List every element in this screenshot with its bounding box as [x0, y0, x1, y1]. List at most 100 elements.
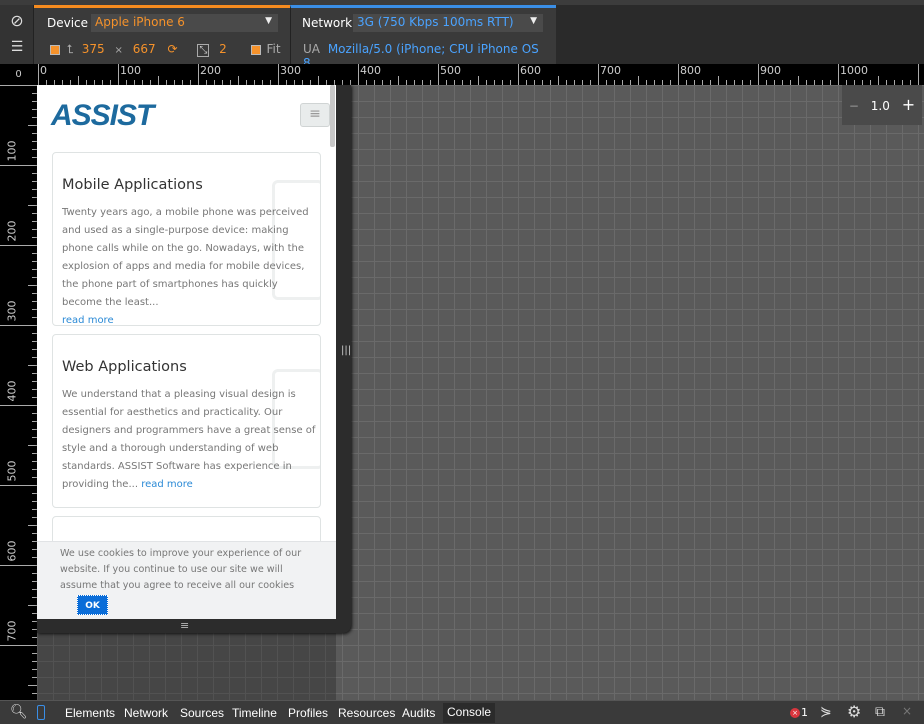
ruler-tick	[678, 64, 679, 85]
ruler-tick	[478, 76, 479, 85]
device-select-value: Apple iPhone 6	[95, 15, 185, 29]
fit-label: Fit	[266, 42, 281, 56]
zoom-control: − 1.0 +	[842, 85, 922, 125]
dock-icon[interactable]: ⧉	[875, 704, 885, 720]
error-count[interactable]: 1	[801, 706, 808, 719]
gear-icon[interactable]: ⚙	[847, 702, 861, 721]
ruler-tick	[28, 125, 37, 126]
width-input[interactable]: 375	[82, 42, 105, 56]
ruler-tick	[918, 64, 919, 85]
ruler-tick	[358, 64, 359, 85]
ruler-label: 100	[120, 64, 141, 77]
card-mobile-applications: Mobile Applications Twenty years ago, a …	[52, 152, 321, 326]
card-title: Mobile Applications	[62, 177, 203, 193]
cookie-banner: We use cookies to improve your experienc…	[37, 541, 336, 619]
zoom-in-button[interactable]: +	[902, 95, 915, 114]
times-sign: ×	[114, 45, 123, 56]
height-input[interactable]: 667	[133, 42, 156, 56]
network-select[interactable]: 3G (750 Kbps 100ms RTT) ▼	[353, 14, 543, 32]
close-icon[interactable]: ×	[902, 704, 912, 718]
ua-label: UA	[303, 42, 320, 56]
ruler-tick	[28, 685, 37, 686]
resolution-icon: ⮤	[66, 42, 74, 56]
card-body: We understand that a pleasing visual des…	[62, 386, 317, 494]
device-select[interactable]: Apple iPhone 6 ▼	[91, 14, 278, 32]
ruler-tick	[0, 325, 37, 326]
ruler-label: 800	[680, 64, 701, 77]
hamburger-icon: ≡	[309, 106, 321, 122]
ruler-tick	[838, 64, 839, 85]
console-drawer-icon[interactable]: ⋟	[820, 704, 832, 720]
cookie-ok-button[interactable]: OK	[77, 595, 108, 615]
ruler-tick	[0, 165, 37, 166]
ruler-tick	[78, 76, 79, 85]
ruler-label: 500	[440, 64, 461, 77]
ruler-label: 100	[5, 140, 19, 162]
tab-audits[interactable]: Audits	[402, 706, 435, 720]
chevron-down-icon: ▼	[530, 16, 537, 26]
tab-sources[interactable]: Sources	[180, 706, 224, 720]
ruler-label: 700	[600, 64, 621, 77]
horizontal-ruler: 0 100 200 300 400 500 600 700 800 900 1000	[37, 64, 924, 85]
ruler-label: 1000	[840, 64, 868, 77]
disable-emulation-icon[interactable]: ⊘	[0, 11, 34, 30]
fit-checkbox[interactable]	[250, 44, 261, 55]
tab-elements[interactable]: Elements	[65, 706, 115, 720]
ruler-label: 400	[360, 64, 381, 77]
ruler-tick	[598, 64, 599, 85]
tab-resources[interactable]: Resources	[338, 706, 395, 720]
emulate-resolution-checkbox[interactable]	[50, 44, 60, 55]
media-queries-icon[interactable]: ☰	[0, 39, 34, 55]
ruler-label: 600	[520, 64, 541, 77]
read-more-link[interactable]: read more	[62, 315, 114, 325]
device-mode-icon[interactable]	[37, 705, 45, 720]
ruler-tick	[278, 64, 279, 85]
ruler-tick	[878, 76, 879, 85]
ruler-tick	[758, 64, 759, 85]
ruler-tick	[0, 645, 37, 646]
page-scrollbar[interactable]	[330, 85, 335, 147]
vertical-ruler: 100 200 300 400 500 600 700	[0, 85, 37, 700]
resize-handle-right[interactable]: |||	[341, 345, 351, 356]
read-more-link[interactable]: read more	[141, 479, 193, 490]
device-frame: ASSIST ≡ Mobile Applications Twenty year…	[37, 85, 351, 633]
ruler-label: 600	[5, 540, 19, 562]
ruler-tick	[198, 64, 199, 85]
ruler-tick	[38, 64, 39, 85]
network-select-value: 3G (750 Kbps 100ms RTT)	[357, 15, 514, 29]
resolution-row: ⮤ 375 × 667 ⟳ ⤡ 2 Fit	[50, 42, 281, 57]
card-title: Web Applications	[62, 359, 187, 375]
card-web-applications: Web Applications We understand that a pl…	[52, 334, 321, 508]
ruler-tick	[238, 76, 239, 85]
ruler-tick	[28, 205, 37, 206]
assist-logo[interactable]: ASSIST	[51, 99, 154, 133]
devtools-tabbar: 🔍︎ Elements Network Sources Timeline Pro…	[0, 700, 924, 724]
ruler-tick	[438, 64, 439, 85]
tab-console[interactable]: Console	[443, 703, 496, 723]
ruler-tick	[518, 64, 519, 85]
tab-timeline[interactable]: Timeline	[232, 706, 277, 720]
tab-network[interactable]: Network	[124, 706, 168, 720]
inspect-icon[interactable]: 🔍︎	[10, 704, 28, 720]
zoom-out-button[interactable]: −	[849, 99, 859, 113]
ruler-label: 400	[5, 380, 19, 402]
chevron-down-icon: ▼	[265, 16, 272, 26]
device-viewport[interactable]: ASSIST ≡ Mobile Applications Twenty year…	[37, 85, 336, 619]
ruler-tick	[0, 565, 37, 566]
error-icon[interactable]: ×	[790, 708, 800, 718]
resize-handle-bottom[interactable]: ≡	[180, 619, 189, 632]
ruler-label: 200	[5, 220, 19, 242]
ruler-tick	[0, 485, 37, 486]
pixel-ratio-input[interactable]: 2	[219, 42, 227, 56]
ruler-label: 300	[280, 64, 301, 77]
zoom-value: 1.0	[870, 99, 890, 113]
tab-profiles[interactable]: Profiles	[288, 706, 328, 720]
device-panel: Device Apple iPhone 6 ▼ ⮤ 375 × 667 ⟳ ⤡ 2…	[34, 5, 290, 64]
swap-dimensions-icon[interactable]: ⟳	[167, 42, 177, 56]
network-panel: Network 3G (750 Kbps 100ms RTT) ▼ UA Mozi…	[290, 5, 556, 70]
ruler-tick	[398, 76, 399, 85]
menu-button[interactable]: ≡	[300, 103, 330, 127]
card-text: Twenty years ago, a mobile phone was per…	[62, 207, 309, 308]
ruler-tick	[558, 76, 559, 85]
pixel-ratio-icon: ⤡	[197, 44, 210, 57]
